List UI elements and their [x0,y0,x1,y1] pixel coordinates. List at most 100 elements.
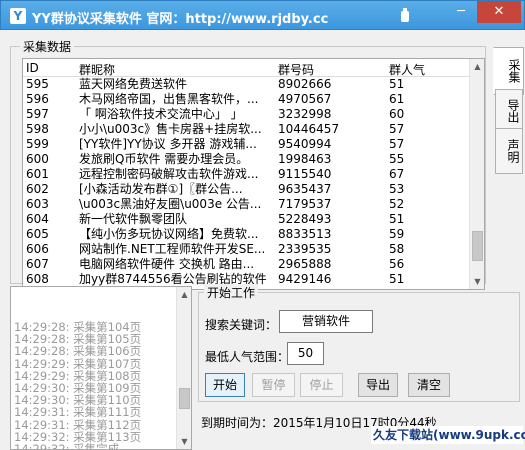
cell-name: 远程控制密码破解攻击软件游戏... [79,167,259,181]
cell-popularity: 51 [389,212,405,226]
log-scrollbar[interactable]: ▲ ▼ [176,287,191,449]
table-row[interactable]: 601 远程控制密码破解攻击软件游戏... 9115540 67 [23,167,471,182]
table-header: ID 群昵称 群号码 群人气 [23,59,471,77]
start-button[interactable]: 开始 [205,373,245,397]
table-row[interactable]: 600 发旅刷Q币软件 需要办理会员。 1998463 55 [23,152,471,167]
cell-popularity: 51 [389,272,405,286]
cell-group-no: 7179537 [278,197,332,211]
cell-group-no: 2965888 [278,257,332,271]
cell-id: 595 [26,77,49,91]
minimize-button[interactable]: ─ [447,1,475,23]
table-row[interactable]: 599 [YY软件]YY协议 多开器 游戏辅... 9540994 57 [23,137,471,152]
log-line: 14:29:30: 采集第110页 [14,393,142,408]
cell-group-no: 5228493 [278,212,332,226]
table-row[interactable]: 603 \u003c黑油好友圈\u003e 公告... 7179537 52 [23,197,471,212]
scroll-up-icon[interactable]: ▲ [470,59,484,74]
cell-popularity: 67 [389,167,405,181]
cell-group-no: 9429146 [278,272,332,286]
title-bar: Y YY群协议采集软件 官网：http://www.rjdby.cc ─ ✕ [0,0,525,30]
cell-popularity: 58 [389,242,405,256]
cell-id: 597 [26,107,49,121]
stop-button[interactable]: 停止 [300,373,343,397]
table-row[interactable]: 605 【纯小伤多玩协议网络】免费软... 8833513 59 [23,227,471,242]
scroll-thumb[interactable] [472,231,483,261]
window-title: YY群协议采集软件 官网：http://www.rjdby.cc [32,12,329,27]
tab-export[interactable]: 导出 [495,89,523,133]
cell-name: [YY软件]YY协议 多开器 游戏辅... [79,137,257,151]
table-row[interactable]: 596 木马网络帝国，出售黑客软件，... 4970567 61 [23,92,471,107]
log-line: 14:29:32: 采集第113页 [14,429,142,444]
watermark-text: 久友下载站(www.9upk.com) [371,426,525,444]
cell-name: 电脑网络软件硬件 交换机 路由... [79,257,255,271]
log-scroll-up-icon[interactable]: ▲ [177,287,191,302]
table-row[interactable]: 595 蓝天网络免费送软件 8902666 51 [23,77,471,92]
keyword-label: 搜索关键词： [205,318,278,332]
cell-group-no: 8833513 [278,227,332,241]
tab-statement[interactable]: 声明 [495,128,523,174]
scroll-down-icon[interactable]: ▼ [470,274,484,289]
cell-group-no: 1998463 [278,152,332,166]
log-scroll-thumb[interactable] [179,388,190,409]
cell-id: 607 [26,257,49,271]
log-line: 14:29:30: 采集第109页 [14,381,142,395]
cell-group-no: 9115540 [278,167,332,181]
window-body: 采集数据 ID 群昵称 群号码 群人气 595 蓝天网络免费送软件 8902666 5… [0,30,525,450]
cell-id: 608 [26,272,49,286]
table-row[interactable]: 604 新一代软件飘零团队 5228493 51 [23,212,471,227]
min-popularity-input[interactable]: 50 [287,342,324,365]
work-group-legend: 开始工作 [204,284,259,301]
log-box[interactable]: 14:29:28: 采集第104页 14:29:28: 采集第105页 14:29:… [10,286,192,450]
cell-popularity: 59 [389,227,405,241]
app-icon: Y [10,8,26,24]
log-line: 14:29:28: 采集第106页 [14,344,142,359]
table-row[interactable]: 606 网站制作.NET工程师软件开发SE... 2339535 58 [23,242,471,257]
data-table[interactable]: ID 群昵称 群号码 群人气 595 蓝天网络免费送软件 8902666 51 596 木… [22,58,485,290]
cell-group-no: 9635437 [278,182,332,196]
cell-name: 「 啊浴软件技术交流中心」 」 [79,107,243,121]
header-name[interactable]: 群昵称 [79,61,115,78]
cell-id: 605 [26,227,49,241]
log-line: 14:29:28: 采集第104页 [14,320,142,334]
tab-collect[interactable]: 采集 [493,47,524,95]
log-line: 14:29:29: 采集第108页 [14,368,142,383]
table-scrollbar[interactable]: ▲ ▼ [469,59,484,289]
cell-id: 606 [26,242,49,256]
cell-id: 598 [26,122,49,136]
cell-popularity: 57 [389,122,405,136]
cell-popularity: 55 [389,152,405,166]
bottle-icon[interactable] [398,8,412,23]
log-line: 14:29:29: 采集第107页 [14,356,142,371]
header-group-no[interactable]: 群号码 [278,61,314,78]
log-line: 14:29:31: 采集第111页 [14,405,142,420]
pause-button[interactable]: 暂停 [252,373,295,397]
keyword-input[interactable]: 营销软件 [279,310,373,333]
log-scroll-down-icon[interactable]: ▼ [177,434,191,449]
collect-data-legend: 采集数据 [20,38,75,55]
table-row[interactable]: 607 电脑网络软件硬件 交换机 路由... 2965888 56 [23,257,471,272]
cell-id: 599 [26,137,49,151]
header-popularity[interactable]: 群人气 [389,61,425,78]
cell-popularity: 57 [389,137,405,151]
clear-button[interactable]: 清空 [408,373,450,397]
export-button[interactable]: 导出 [358,373,398,397]
cell-popularity: 56 [389,257,405,271]
cell-name: 木马网络帝国，出售黑客软件，... [79,92,259,106]
log-line: 14:29:32: 采集完成 [14,442,120,450]
min-popularity-label: 最低人气范围： [205,350,290,364]
cell-id: 602 [26,182,49,196]
log-line: 14:29:31: 采集第112页 [14,417,142,432]
cell-group-no: 8902666 [278,77,332,91]
table-row[interactable]: 602 [小森活动发布群①]〖群公告... 9635437 53 [23,182,471,197]
table-row[interactable]: 598 小小\u003c》售卡房器+挂房软... 10446457 57 [23,122,471,137]
log-line: 14:29:28: 采集第105页 [14,332,142,347]
cell-name: 新一代软件飘零团队 [79,212,188,226]
cell-id: 601 [26,167,49,181]
table-row[interactable]: 597 「 啊浴软件技术交流中心」 」 3232998 60 [23,107,471,122]
header-id[interactable]: ID [26,61,39,75]
close-button[interactable]: ✕ [477,1,521,23]
cell-name: 发旅刷Q币软件 需要办理会员。 [79,152,249,166]
cell-name: 小小\u003c》售卡房器+挂房软... [79,122,262,136]
cell-popularity: 51 [389,77,405,91]
cell-popularity: 52 [389,197,405,211]
cell-name: [小森活动发布群①]〖群公告... [79,182,243,196]
